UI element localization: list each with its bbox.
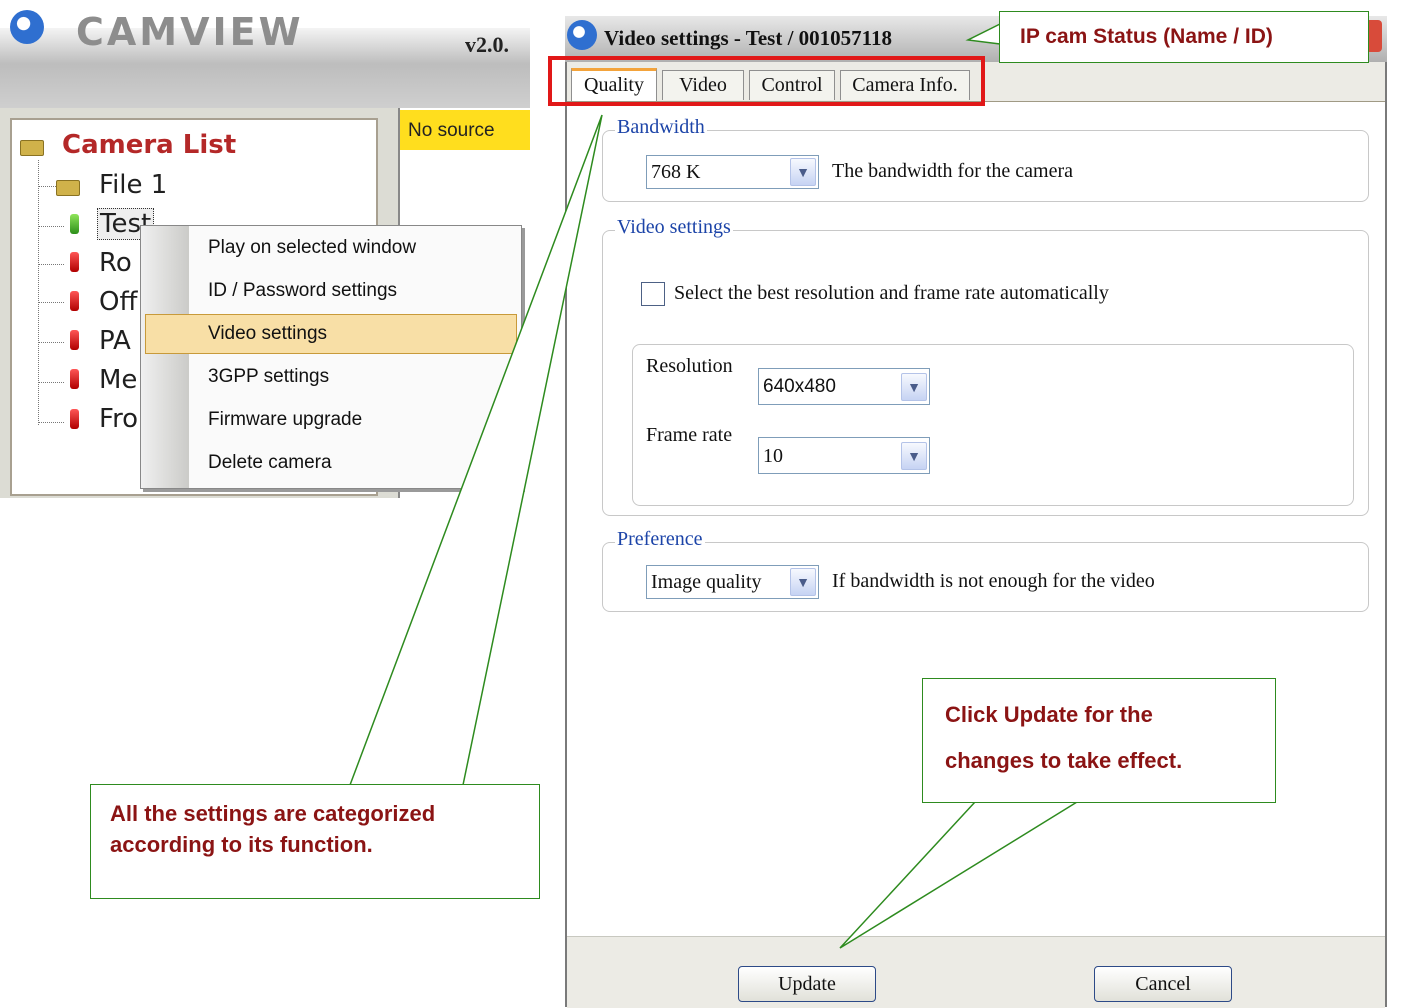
tree-item-file-1[interactable]: File 1	[99, 170, 167, 200]
menu-item-delete-camera[interactable]: Delete camera	[208, 452, 332, 474]
bandwidth-select[interactable]: 768 K ▼	[646, 155, 819, 189]
categories-note-callout: All the settings are categorized accordi…	[90, 784, 540, 899]
chevron-down-icon[interactable]: ▼	[790, 158, 816, 186]
folder-icon	[20, 140, 44, 156]
update-button[interactable]: Update	[738, 966, 876, 1002]
resolution-select[interactable]: 640x480 ▼	[758, 368, 930, 405]
no-source-label: No source	[408, 120, 495, 141]
dialog-button-bar	[567, 936, 1385, 1008]
tree-line	[38, 226, 64, 227]
chevron-down-icon[interactable]: ▼	[901, 442, 927, 470]
bandwidth-legend: Bandwidth	[615, 116, 707, 139]
frame-rate-label: Frame rate	[646, 424, 733, 446]
menu-item-video-settings[interactable]: Video settings	[208, 323, 327, 345]
preference-select[interactable]: Image quality ▼	[646, 565, 819, 599]
tree-item-camera[interactable]: Me	[99, 365, 137, 395]
menu-item-firmware-upgrade[interactable]: Firmware upgrade	[208, 409, 362, 431]
tree-line	[38, 342, 64, 343]
categories-note-line1: All the settings are categorized	[110, 801, 436, 826]
camera-offline-icon	[70, 252, 79, 272]
camera-offline-icon	[70, 291, 79, 311]
update-note-line1: Click Update for the	[945, 702, 1153, 727]
camera-offline-icon	[70, 330, 79, 350]
ip-cam-status-callout: IP cam Status (Name / ID)	[999, 11, 1369, 63]
tree-item-camera[interactable]: Off	[99, 287, 137, 317]
resolution-value: 640x480	[763, 376, 836, 397]
categories-note-line2: according to its function.	[110, 832, 373, 857]
menu-selected-highlight	[145, 314, 517, 354]
camera-online-icon	[70, 214, 79, 234]
tree-line	[38, 382, 64, 383]
auto-resolution-checkbox[interactable]	[641, 282, 665, 306]
menu-item-id-password-settings[interactable]: ID / Password settings	[208, 280, 397, 302]
menu-item-3gpp-settings[interactable]: 3GPP settings	[208, 366, 329, 388]
camera-offline-icon	[70, 409, 79, 429]
tree-line	[38, 264, 64, 265]
chevron-down-icon[interactable]: ▼	[901, 373, 927, 401]
camview-logo-icon	[10, 10, 44, 44]
no-source-banner: No source	[400, 110, 530, 150]
menu-icon-strip	[141, 226, 189, 488]
preference-value: Image quality	[651, 571, 762, 593]
tree-item-camera[interactable]: Fro	[99, 404, 138, 434]
camview-app-icon	[567, 20, 597, 50]
auto-resolution-label[interactable]: Select the best resolution and frame rat…	[674, 282, 1109, 305]
chevron-down-icon[interactable]: ▼	[790, 568, 816, 596]
camview-app-title: CAMVIEW	[76, 10, 304, 54]
tree-line	[38, 160, 39, 425]
tree-line	[38, 302, 64, 303]
resolution-framerate-group	[632, 344, 1354, 506]
resolution-label: Resolution	[646, 355, 733, 377]
frame-rate-select[interactable]: 10 ▼	[758, 437, 930, 474]
frame-rate-value: 10	[763, 445, 783, 467]
tree-item-camera[interactable]: Ro	[99, 248, 132, 278]
preference-legend: Preference	[615, 528, 705, 551]
cancel-button[interactable]: Cancel	[1094, 966, 1232, 1002]
bandwidth-description: The bandwidth for the camera	[832, 160, 1074, 182]
update-note-callout: Click Update for the changes to take eff…	[922, 678, 1276, 803]
ip-cam-status-text: IP cam Status (Name / ID)	[1020, 25, 1273, 48]
tree-item-camera[interactable]: PA	[99, 326, 131, 356]
video-settings-legend: Video settings	[615, 216, 733, 239]
tree-line	[38, 422, 64, 423]
menu-item-play-on-selected-window[interactable]: Play on selected window	[208, 237, 416, 259]
tabs-highlight-box	[548, 56, 985, 106]
preference-description: If bandwidth is not enough for the video	[832, 570, 1155, 592]
update-note-line2: changes to take effect.	[945, 748, 1183, 773]
camera-list-label[interactable]: Camera List	[62, 130, 236, 160]
tree-line	[38, 186, 56, 187]
camview-version: v2.0.	[465, 32, 509, 57]
bandwidth-value: 768 K	[651, 161, 701, 183]
camera-context-menu: Play on selected window ID / Password se…	[140, 225, 522, 489]
dialog-title: Video settings - Test / 001057118	[604, 26, 892, 50]
folder-icon	[56, 180, 80, 196]
camera-offline-icon	[70, 369, 79, 389]
